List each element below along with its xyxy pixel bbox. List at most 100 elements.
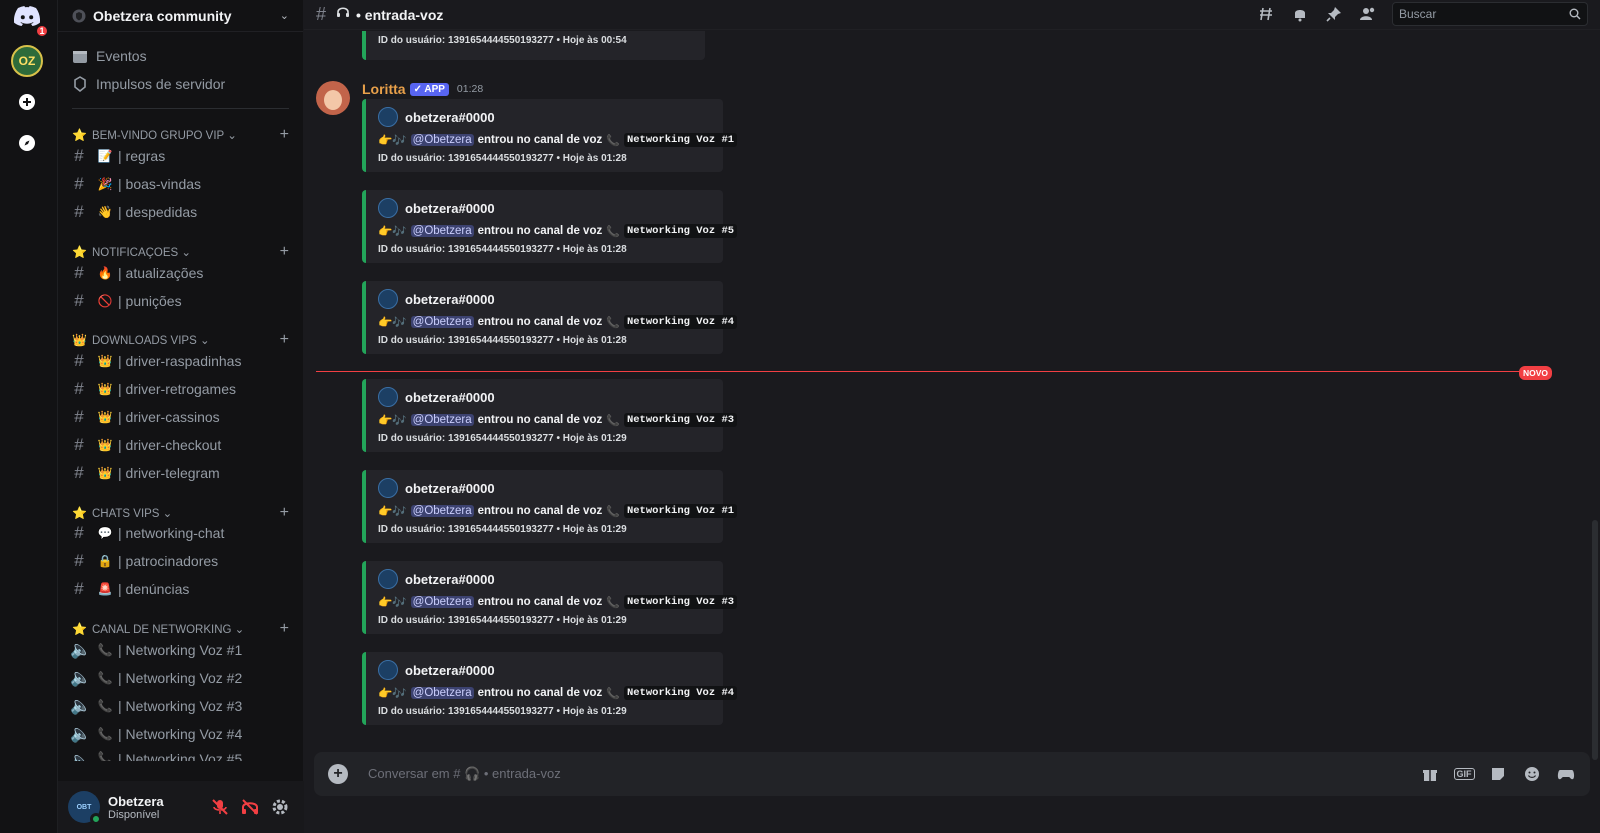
channel-denuncias[interactable]: # 🚨 | denúncias [70, 578, 295, 600]
message-input[interactable]: Conversar em # 🎧 • entrada-voz [368, 766, 1420, 782]
channel-networking-chat[interactable]: # 💬 | networking-chat [70, 522, 295, 544]
main-chat: # • entrada-voz Buscar ID do usuário: 13… [304, 0, 1600, 833]
embed-footer: ID do usuário: 1391654444550193277 • Hoj… [378, 244, 627, 255]
message-composer[interactable]: + Conversar em # 🎧 • entrada-voz GIF [314, 752, 1590, 796]
user-mention[interactable]: @Obetzera [410, 414, 474, 426]
embed-description: 👉🎶 @Obetzera entrou no canal de voz 📞 Networ… [378, 133, 738, 147]
pointing-hand-emoji: 👉🎶 [378, 317, 407, 329]
user-mention[interactable]: @Obetzera [410, 505, 474, 517]
server-name: Obetzera community [93, 7, 232, 24]
embed-description: 👉🎶 @Obetzera entrou no canal de voz 📞 Networ… [378, 504, 738, 518]
channel-driver-retrogames[interactable]: # 👑 | driver-retrogames [70, 378, 295, 400]
apps-button[interactable] [1556, 764, 1576, 784]
user-mention[interactable]: @Obetzera [410, 596, 474, 608]
channel-label: | atualizações [118, 265, 204, 281]
voice-channel-2[interactable]: 🔈 📞 | Networking Voz #2 [70, 667, 295, 689]
user-mention[interactable]: @Obetzera [410, 316, 474, 328]
members-icon [1360, 7, 1375, 20]
channel-driver-telegram[interactable]: # 👑 | driver-telegram [70, 462, 295, 484]
channel-driver-raspadinhas[interactable]: # 👑 | driver-raspadinhas [70, 350, 295, 372]
add-channel-icon[interactable]: + [280, 620, 289, 638]
category-chats-vips[interactable]: ⭐ CHATS VIPS ⌄ + [72, 504, 289, 522]
voice-channel-5[interactable]: 🔈 📞 | Networking Voz #5 [70, 751, 295, 761]
server-icon-obetzera[interactable]: OZ [11, 45, 43, 77]
gift-button[interactable] [1420, 764, 1440, 784]
add-channel-icon[interactable]: + [280, 331, 289, 349]
user-mention[interactable]: @Obetzera [410, 134, 474, 146]
voice-channel-3[interactable]: 🔈 📞 | Networking Voz #3 [70, 695, 295, 717]
discover-button[interactable] [11, 127, 43, 159]
loritta-avatar[interactable] [316, 81, 350, 115]
phone-emoji: 📞 [606, 414, 620, 427]
voice-channel-4[interactable]: 🔈 📞 | Networking Voz #4 [70, 723, 295, 745]
add-channel-icon[interactable]: + [280, 504, 289, 522]
speaker-icon: 🔈 [70, 751, 92, 761]
channel-label: | Networking Voz #4 [118, 726, 243, 742]
message-scrollbar[interactable] [1592, 520, 1598, 760]
calendar-icon [73, 51, 87, 63]
speaker-icon: 🔈 [70, 668, 92, 687]
gif-button[interactable]: GIF [1453, 764, 1475, 784]
home-button[interactable]: 1 [11, 0, 49, 38]
user-info[interactable]: Obetzera Disponível [108, 794, 204, 821]
fire-emoji: 🔥 [97, 266, 113, 280]
category-canal-networking[interactable]: ⭐ CANAL DE NETWORKING ⌄ + [72, 620, 289, 638]
embed-footer: ID do usuário: 1391654444550193277 • Hoj… [378, 433, 627, 444]
channel-atualizacoes[interactable]: # 🔥 | atualizações [70, 262, 295, 284]
username: Obetzera [108, 793, 164, 809]
channel-label: | driver-retrogames [118, 381, 237, 397]
mute-mic-button[interactable] [206, 793, 234, 821]
embed-description: 👉🎶 @Obetzera entrou no canal de voz 📞 Networ… [378, 413, 738, 427]
channel-driver-checkout[interactable]: # 👑 | driver-checkout [70, 434, 295, 456]
attach-button[interactable]: + [328, 764, 348, 784]
user-mention[interactable]: @Obetzera [410, 225, 474, 237]
online-status-dot [90, 813, 102, 825]
category-bem-vindo[interactable]: ⭐ BEM-VINDO GRUPO VIP ⌄ + [72, 126, 289, 144]
add-channel-icon[interactable]: + [280, 243, 289, 261]
server-boost-item[interactable]: Impulsos de servidor [72, 76, 225, 92]
channel-label: | driver-cassinos [118, 409, 220, 425]
emoji-button[interactable] [1522, 764, 1542, 784]
voice-channel-code: Networking Voz #1 [623, 504, 738, 518]
embed-card: obetzera#0000 👉🎶 @Obetzera entrou no canal… [362, 281, 738, 354]
threads-button[interactable] [1256, 4, 1276, 24]
channel-despedidas[interactable]: # 👋 | despedidas [70, 201, 295, 223]
speaker-icon: 🔈 [70, 640, 92, 659]
events-item[interactable]: Eventos [72, 48, 147, 64]
threads-icon [1260, 7, 1272, 21]
user-mention[interactable]: @Obetzera [410, 687, 474, 699]
add-server-button[interactable] [11, 86, 43, 118]
user-settings-button[interactable] [266, 793, 294, 821]
member-list-button[interactable] [1358, 4, 1378, 24]
voice-channel-code: Networking Voz #3 [623, 413, 738, 427]
notifications-button[interactable] [1290, 4, 1310, 24]
user-panel: OBT Obetzera Disponível [58, 781, 304, 833]
embed-author-avatar [378, 660, 398, 680]
category-downloads-vips[interactable]: 👑 DOWNLOADS VIPS ⌄ + [72, 331, 289, 349]
add-channel-icon[interactable]: + [280, 126, 289, 144]
channel-label: | Networking Voz #1 [118, 642, 243, 658]
pinned-button[interactable] [1324, 4, 1344, 24]
sticker-button[interactable] [1488, 764, 1508, 784]
category-label: DOWNLOADS VIPS ⌄ [91, 335, 210, 347]
category-notificacoes[interactable]: ⭐ NOTIFICAÇOES ⌄ + [72, 243, 289, 261]
voice-channel-1[interactable]: 🔈 📞 | Networking Voz #1 [70, 639, 295, 661]
channel-boas-vindas[interactable]: # 🎉 | boas-vindas [70, 173, 295, 195]
voice-channel-code: Networking Voz #4 [623, 315, 738, 329]
deafen-button[interactable] [236, 793, 264, 821]
star-icon: ⭐ [72, 622, 87, 636]
channel-regras[interactable]: # 📝 | regras [70, 145, 295, 167]
message-author[interactable]: Loritta [362, 81, 406, 97]
chevron-down-icon: ⌄ [279, 10, 289, 22]
channel-punicoes[interactable]: # 🚫 | punições [70, 290, 295, 312]
party-emoji: 🎉 [97, 177, 113, 191]
channel-label: | despedidas [118, 204, 198, 220]
user-avatar[interactable]: OBT [68, 791, 102, 825]
channel-label: | patrocinadores [118, 553, 219, 569]
speaker-icon: 🔈 [70, 696, 92, 715]
channel-patrocinadores[interactable]: # 🔒 | patrocinadores [70, 550, 295, 572]
channel-driver-cassinos[interactable]: # 👑 | driver-cassinos [70, 406, 295, 428]
server-header[interactable]: Obetzera community ⌄ [58, 0, 303, 32]
phone-emoji: 📞 [606, 316, 620, 329]
search-input[interactable]: Buscar [1392, 2, 1588, 26]
